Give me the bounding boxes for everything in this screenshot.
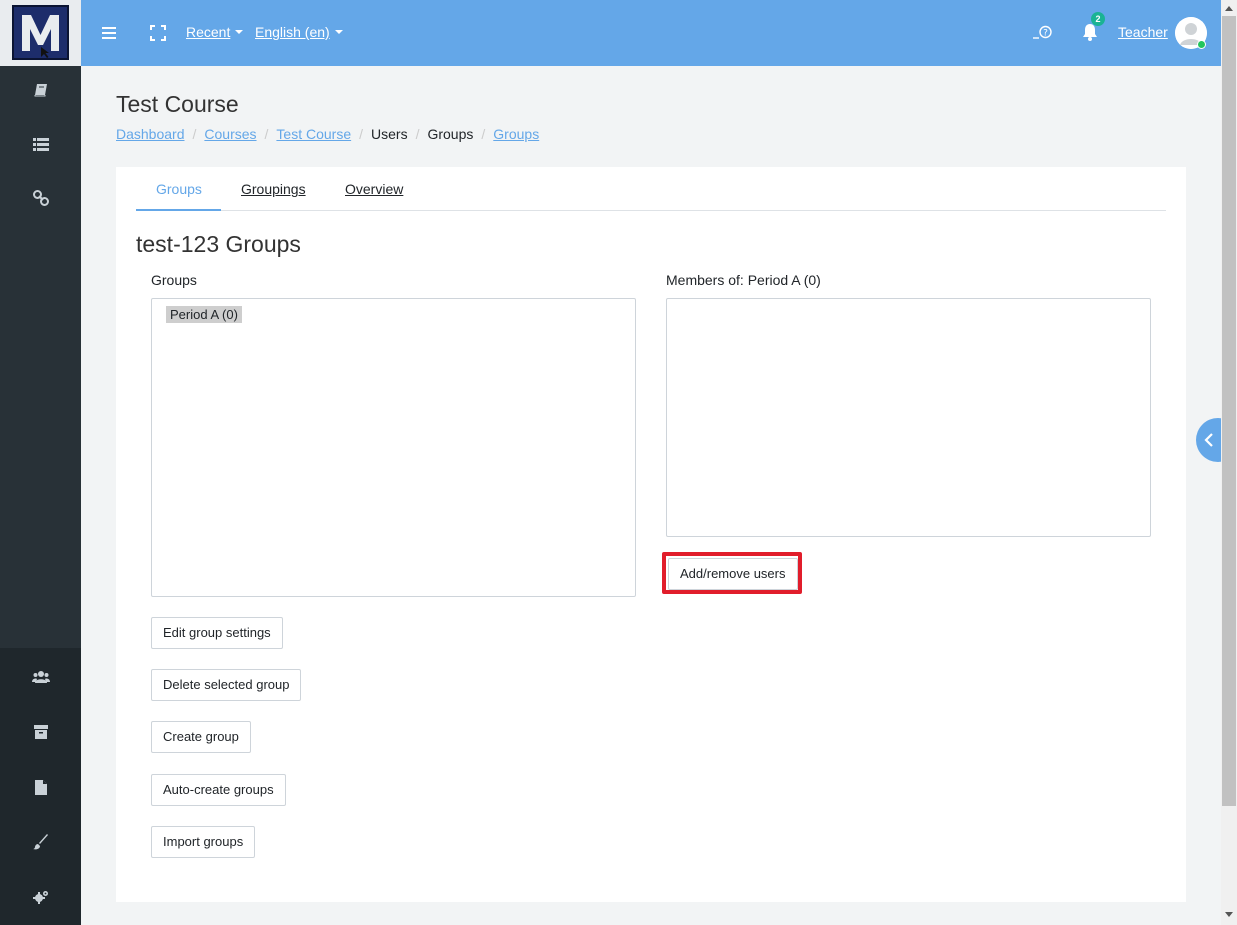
brush-icon[interactable] [31, 832, 51, 852]
recent-label: Recent [186, 24, 231, 40]
fullscreen-icon[interactable] [150, 25, 166, 44]
list-icon[interactable] [31, 134, 51, 154]
bell-icon[interactable] [1082, 23, 1098, 44]
book-icon[interactable] [31, 80, 51, 100]
chevron-left-icon [1204, 433, 1213, 447]
members-listbox[interactable] [666, 298, 1151, 537]
create-group-button[interactable]: Create group [151, 721, 251, 753]
users-icon[interactable] [31, 667, 51, 687]
breadcrumb: Dashboard / Courses / Test Course / User… [116, 126, 539, 142]
active-tab-indicator [136, 209, 221, 211]
cogs-icon[interactable] [31, 887, 51, 907]
group-tabs: Groups Groupings Overview [136, 167, 1166, 211]
section-heading: test-123 Groups [136, 231, 301, 257]
auto-create-groups-button[interactable]: Auto-create groups [151, 774, 286, 806]
page-title: Test Course [116, 91, 239, 117]
link-icon[interactable] [31, 188, 51, 208]
breadcrumb-course[interactable]: Test Course [276, 126, 351, 142]
online-status-dot [1197, 40, 1206, 49]
scroll-up-arrow-icon[interactable] [1225, 6, 1233, 11]
language-label: English (en) [255, 24, 330, 40]
groups-label: Groups [151, 272, 197, 288]
groups-card: Groups Groupings Overview test-123 Group… [116, 167, 1186, 902]
hamburger-icon[interactable] [102, 26, 116, 42]
breadcrumb-groups-plain: Groups [427, 126, 474, 142]
groups-listbox[interactable]: Period A (0) [151, 298, 636, 597]
chevron-down-icon [334, 30, 343, 34]
import-groups-button[interactable]: Import groups [151, 826, 256, 858]
site-logo[interactable] [12, 5, 69, 60]
tab-groups[interactable]: Groups [156, 181, 202, 197]
left-sidebar-admin [0, 648, 81, 925]
breadcrumb-users: Users [371, 126, 408, 142]
delete-selected-group-button[interactable]: Delete selected group [151, 669, 302, 701]
tab-overview[interactable]: Overview [345, 181, 403, 197]
svg-text:?: ? [1043, 29, 1048, 39]
top-navbar: Recent English (en) ? 2 Teacher [0, 0, 1221, 66]
breadcrumb-groups-link[interactable]: Groups [493, 126, 539, 142]
scroll-down-arrow-icon[interactable] [1225, 912, 1233, 917]
breadcrumb-separator: / [481, 126, 486, 142]
chevron-down-icon [235, 30, 244, 34]
add-remove-users-button[interactable]: Add/remove users [668, 558, 798, 590]
group-option-period-a[interactable]: Period A (0) [166, 306, 242, 323]
archive-icon[interactable] [31, 722, 51, 742]
tab-groupings[interactable]: Groupings [241, 181, 306, 197]
recent-menu[interactable]: Recent [186, 24, 244, 40]
breadcrumb-separator: / [359, 126, 364, 142]
help-icon[interactable]: ? [1033, 25, 1053, 42]
notification-count-badge: 2 [1091, 12, 1105, 26]
breadcrumb-separator: / [264, 126, 269, 142]
breadcrumb-separator: / [192, 126, 197, 142]
scrollbar-thumb[interactable] [1222, 16, 1236, 806]
members-label: Members of: Period A (0) [666, 272, 821, 288]
language-menu[interactable]: English (en) [255, 24, 343, 40]
user-menu-name[interactable]: Teacher [1118, 24, 1168, 40]
file-icon[interactable] [31, 777, 51, 797]
edit-group-settings-button[interactable]: Edit group settings [151, 617, 283, 649]
breadcrumb-courses[interactable]: Courses [204, 126, 256, 142]
breadcrumb-dashboard[interactable]: Dashboard [116, 126, 185, 142]
logo-container[interactable] [0, 0, 81, 66]
breadcrumb-separator: / [415, 126, 420, 142]
